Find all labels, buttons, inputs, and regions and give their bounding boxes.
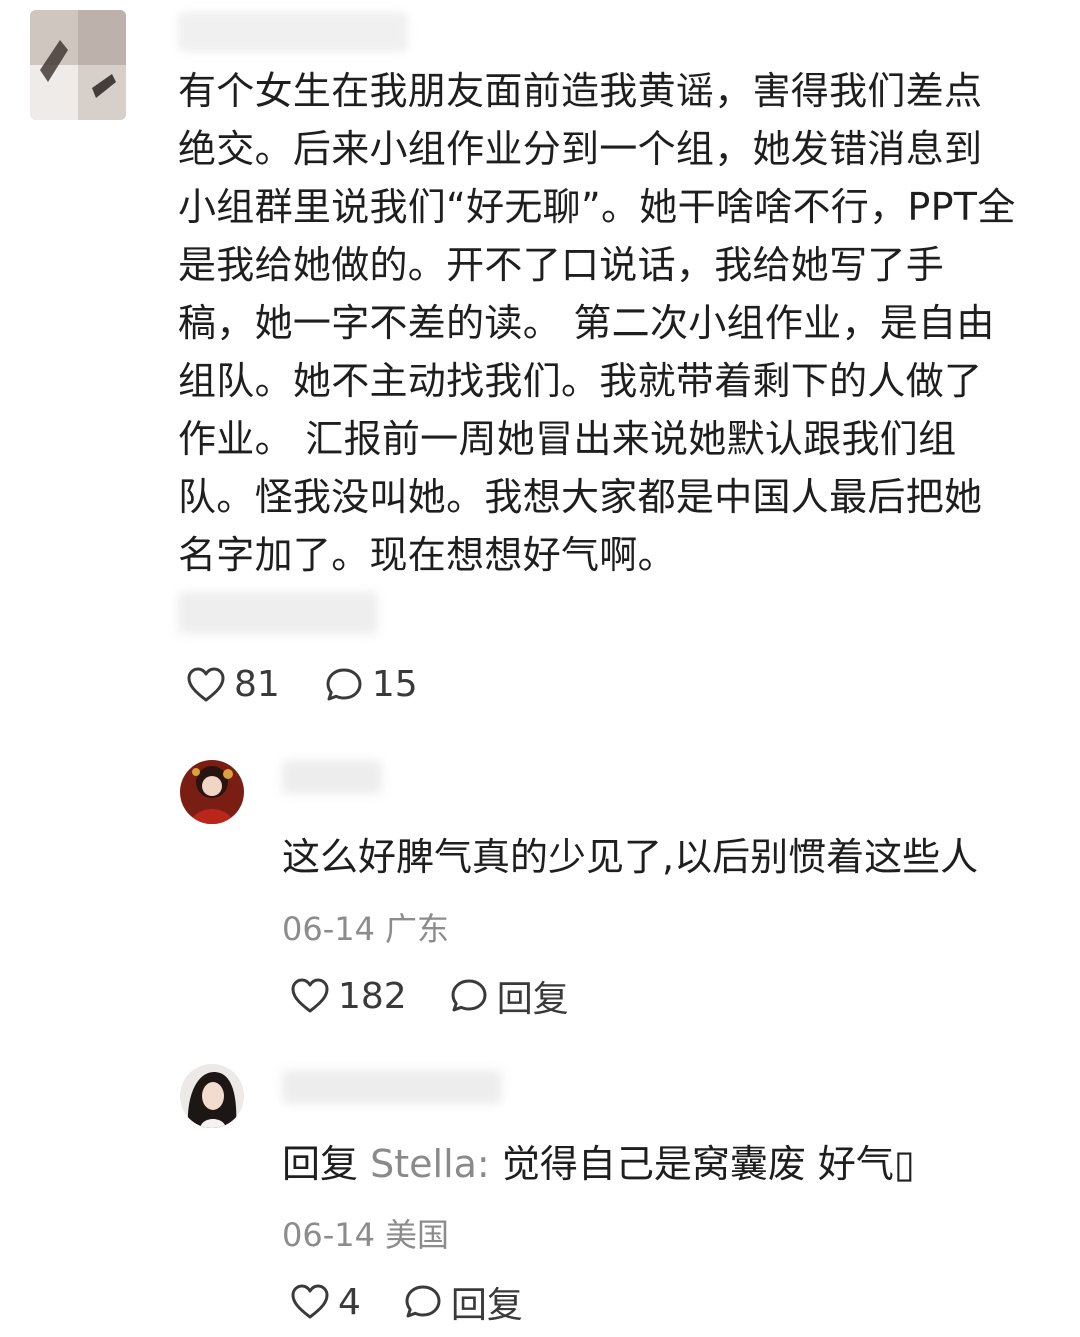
reply-avatar[interactable] — [180, 760, 244, 824]
heart-outline-icon — [291, 1284, 329, 1319]
reply-label: 回复 — [496, 979, 569, 1020]
speech-bubble-icon — [405, 1285, 441, 1318]
avatar-image — [30, 10, 126, 120]
reply-username-blurred — [282, 760, 382, 794]
reply-date: 06-14 — [282, 910, 375, 948]
reply-avatar[interactable] — [180, 1064, 244, 1128]
heart-outline-icon — [291, 978, 329, 1013]
main-comment-actions: 81 15 — [186, 664, 418, 705]
reply-location: 广东 — [384, 910, 449, 948]
speech-bubble-icon — [326, 668, 362, 700]
reply-prefix: 回复 — [282, 1142, 359, 1186]
like-count: 4 — [338, 1281, 361, 1323]
reply-button[interactable]: 回复 — [449, 970, 569, 1022]
reply-body: 觉得自己是窝囊废 好气▯ — [501, 1142, 915, 1186]
reply-meta: 06-14 美国 — [282, 1210, 449, 1256]
reply-actions: 182 回复 — [290, 970, 569, 1022]
heart-outline-icon — [187, 667, 225, 701]
main-username-blurred — [178, 12, 408, 52]
speech-bubble-icon — [451, 979, 487, 1012]
reply-button[interactable]: 回复 — [403, 1276, 523, 1328]
reply-label: 回复 — [450, 1285, 523, 1326]
reply-username-blurred — [282, 1070, 502, 1104]
reply-location: 美国 — [384, 1216, 449, 1254]
avatar-image — [180, 760, 244, 824]
comment-count: 15 — [371, 664, 418, 705]
main-avatar[interactable] — [30, 10, 126, 120]
reply-text: 回复 Stella: 觉得自己是窝囊废 好气▯ — [282, 1133, 915, 1188]
like-button[interactable]: 81 — [186, 664, 280, 705]
like-count: 182 — [338, 975, 407, 1017]
reply-body: 这么好脾气真的少见了,以后别惯着这些人 — [282, 835, 979, 879]
reply-meta: 06-14 广东 — [282, 904, 449, 950]
reply-actions: 4 回复 — [290, 1276, 523, 1328]
main-comment-text: 有个女生在我朋友面前造我黄谣，害得我们差点 绝交。后来小组作业分到一个组，她发错… — [178, 69, 1016, 577]
avatar-image — [180, 1064, 244, 1128]
reply-text: 这么好脾气真的少见了,以后别惯着这些人 — [282, 826, 978, 881]
like-button[interactable]: 4 — [290, 1282, 361, 1323]
reply-mention[interactable]: Stella: — [370, 1142, 490, 1186]
reply-date: 06-14 — [282, 1216, 375, 1254]
like-count: 81 — [234, 664, 280, 705]
main-comment-meta-blurred — [178, 592, 378, 634]
comment-button[interactable]: 15 — [324, 664, 418, 705]
like-button[interactable]: 182 — [290, 976, 407, 1017]
